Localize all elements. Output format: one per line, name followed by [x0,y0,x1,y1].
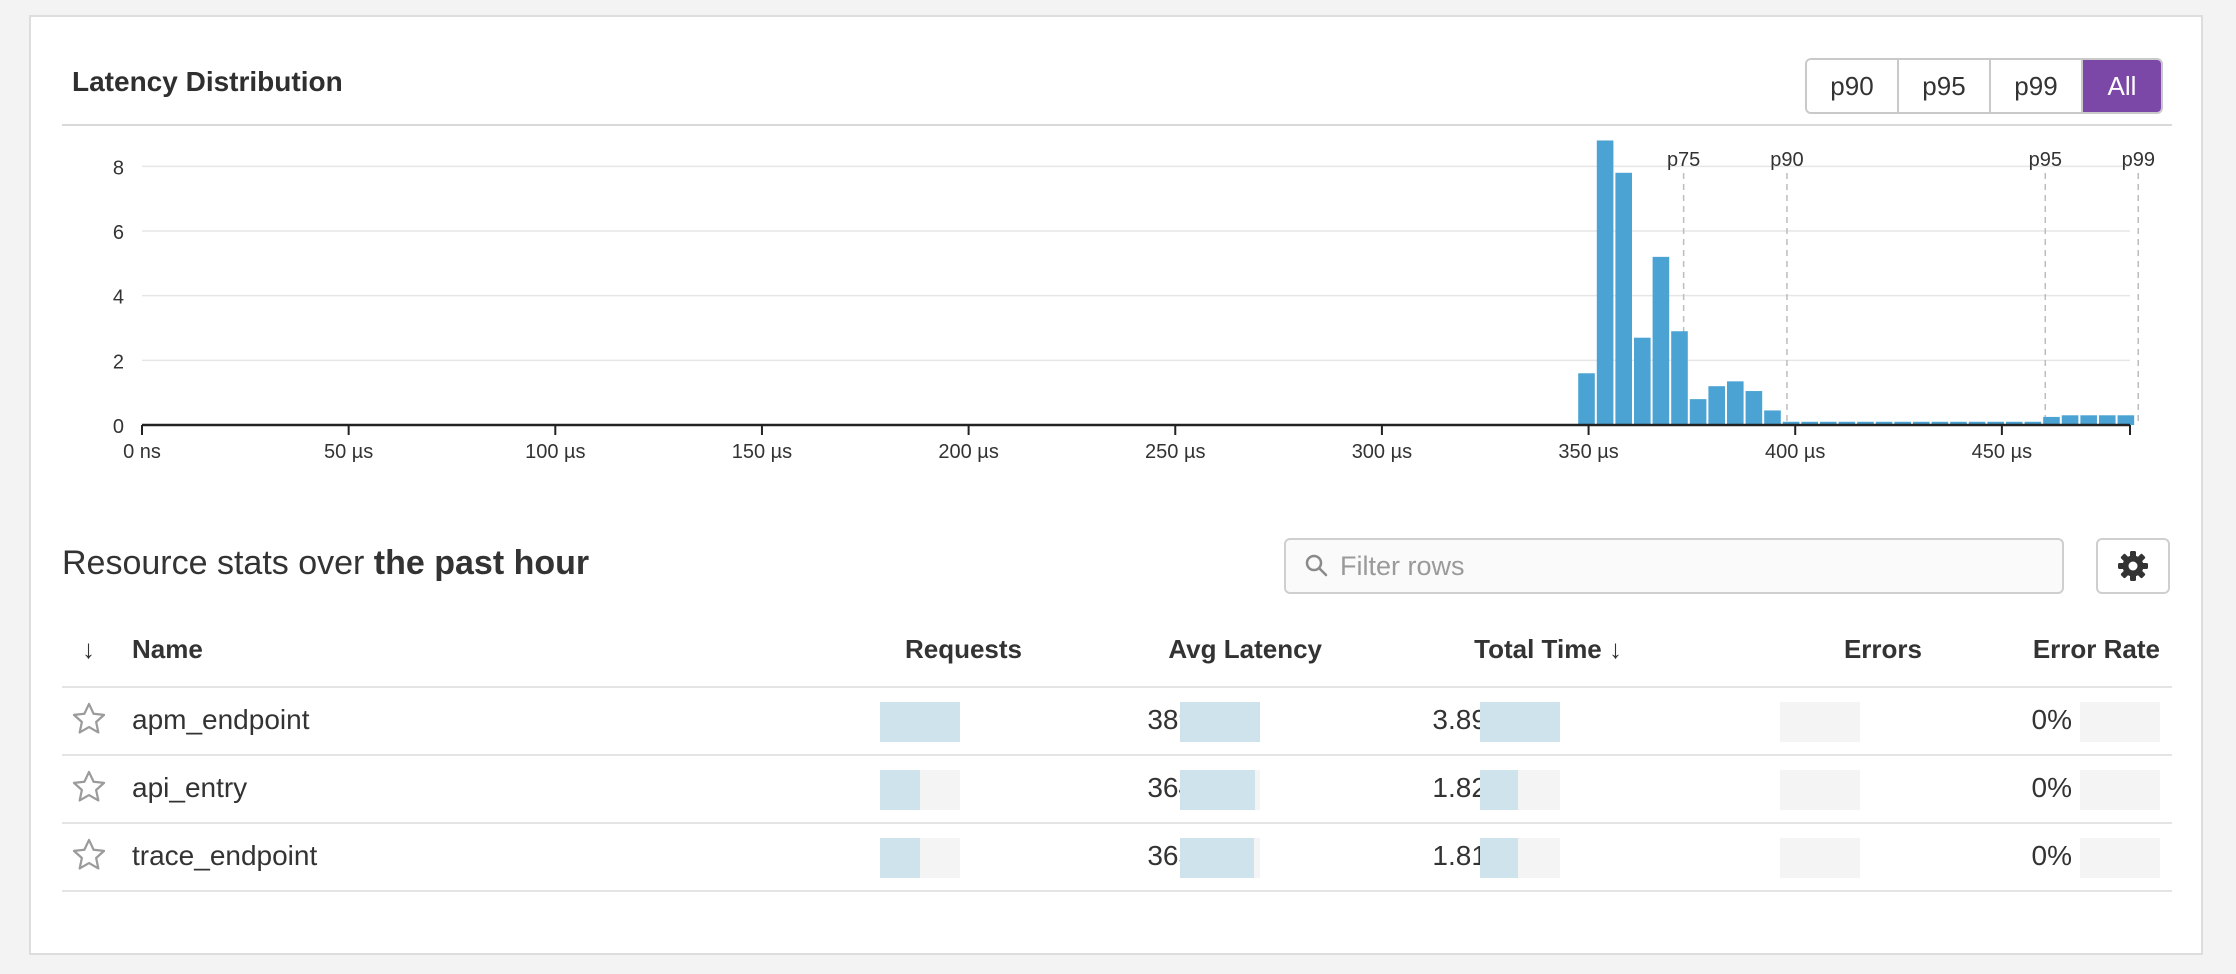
y-tick-label: 8 [113,157,124,179]
gear-icon [2118,551,2148,581]
star-icon[interactable] [70,768,108,806]
row-name[interactable]: api_entry [132,772,247,804]
total-time-bar-fill [1480,702,1560,742]
row-name[interactable]: trace_endpoint [132,840,317,872]
histogram-bar [1726,381,1744,425]
table-row[interactable]: apm_endpoint 10 389 µs 3.89 ms 0 0% [62,688,2172,756]
error-rate-column-header[interactable]: Error Rate [2033,634,2160,665]
y-tick-label: 4 [113,287,124,309]
errors-bar [1780,838,1860,878]
stats-heading-timeframe[interactable]: the past hour [374,544,589,582]
histogram-bar [2117,415,2135,425]
stats-heading: Resource stats over the past hour [62,544,589,583]
resource-stats-table: ↓ Name Requests Avg Latency Total Time ↓… [62,616,2172,892]
avg-latency-bar [1180,838,1260,878]
avg-latency-bar [1180,702,1260,742]
row-error-rate: 0% [2031,704,2072,735]
avg-latency-bar-fill [1180,770,1256,810]
error-rate-bar [2080,838,2160,878]
total-time-bar [1480,838,1560,878]
filter-rows-input[interactable] [1338,549,2022,583]
histogram-bar [1708,386,1725,425]
histogram-bar [1578,373,1595,425]
y-tick-label: 0 [113,416,124,438]
table-row[interactable]: api_entry 5 364 µs 1.82 ms 0 0% [62,756,2172,824]
stats-heading-prefix: Resource stats over [62,544,374,582]
total-time-column-header[interactable]: Total Time ↓ [1474,634,1622,665]
x-tick-label: 300 µs [1352,441,1412,463]
latency-histogram: 0 2 4 6 8 p75 p90 p95 p99 0 ns 50 µs 100 µs 150 µs 20… [113,140,2155,463]
y-tick-label: 2 [113,351,124,373]
error-rate-bar [2080,702,2160,742]
x-tick-label: 0 ns [123,441,161,463]
requests-bar-fill [880,702,960,742]
avg-latency-bar [1180,770,1260,810]
histogram-bar [1689,399,1707,425]
total-time-bar-fill [1480,770,1518,810]
histogram-bar [1615,172,1632,425]
row-error-rate: 0% [2031,772,2072,803]
settings-button[interactable] [2096,538,2170,594]
percentile-marker-label: p75 [1667,149,1700,171]
requests-bar [880,702,960,742]
star-icon[interactable] [70,836,108,874]
x-tick-label: 200 µs [938,441,998,463]
row-error-rate: 0% [2031,840,2072,871]
y-tick-label: 6 [113,222,124,244]
requests-column-header[interactable]: Requests [905,634,1022,665]
histogram-bar [1671,331,1688,425]
requests-bar-fill [880,770,920,810]
histogram-bar [1596,140,1614,425]
search-icon [1305,554,1328,577]
table-header: ↓ Name Requests Avg Latency Total Time ↓… [62,616,2172,688]
x-tick-label: 400 µs [1765,441,1825,463]
table-row[interactable]: trace_endpoint 5 363 µs 1.81 ms 0 0% [62,824,2172,892]
histogram-bar [1764,410,1781,425]
histogram-bar [2061,415,2079,425]
avg-latency-bar-fill [1180,702,1260,742]
x-tick-label: 250 µs [1145,441,1205,463]
filter-rows-field[interactable] [1284,538,2064,594]
avg-latency-column-header[interactable]: Avg Latency [1168,634,1322,665]
row-name[interactable]: apm_endpoint [132,704,309,736]
total-time-bar [1480,702,1560,742]
star-icon[interactable] [70,700,108,738]
percentile-marker-label: p95 [2029,149,2062,171]
total-time-bar-fill [1480,838,1518,878]
error-rate-bar [2080,770,2160,810]
x-tick-label: 100 µs [525,441,585,463]
errors-bar [1780,702,1860,742]
percentile-marker-label: p90 [1770,149,1803,171]
errors-bar [1780,770,1860,810]
histogram-bar [1634,337,1651,425]
histogram-bar [2080,415,2097,425]
requests-bar [880,838,960,878]
errors-column-header[interactable]: Errors [1844,634,1922,665]
histogram-bar [1745,391,1763,425]
requests-bar [880,770,960,810]
sort-column-header[interactable]: ↓ [82,634,95,665]
x-tick-label: 350 µs [1558,441,1618,463]
x-tick-label: 450 µs [1972,441,2032,463]
x-tick-label: 150 µs [732,441,792,463]
x-tick-label: 50 µs [324,441,373,463]
avg-latency-bar-fill [1180,838,1255,878]
histogram-bar [2098,415,2116,425]
total-time-bar [1480,770,1560,810]
requests-bar-fill [880,838,920,878]
name-column-header[interactable]: Name [132,634,203,665]
histogram-bar [1652,256,1670,425]
percentile-marker-label: p99 [2122,149,2155,171]
